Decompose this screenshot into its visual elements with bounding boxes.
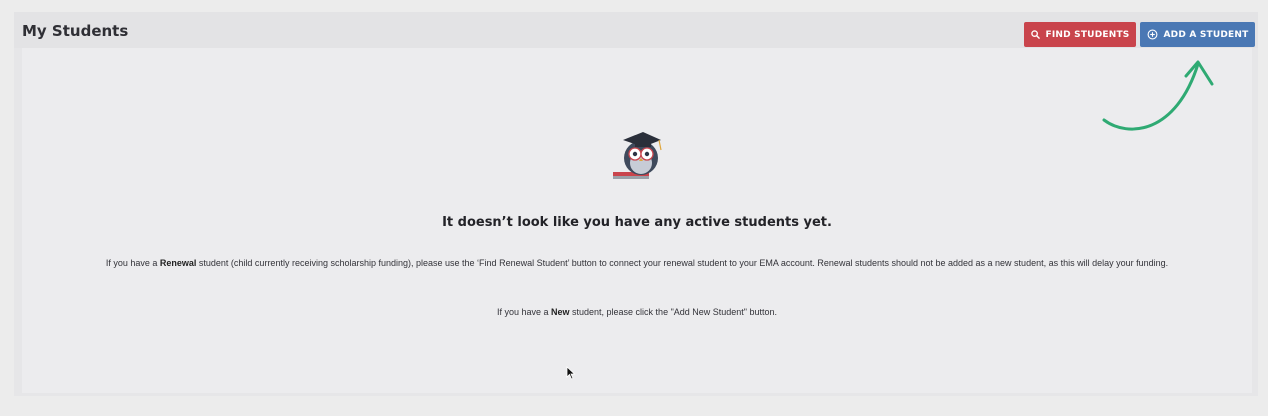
annotation-arrow-icon (1098, 54, 1222, 140)
new-text-pre: If you have a (496, 307, 551, 317)
search-icon (1030, 30, 1040, 39)
page-title: My Students (22, 22, 129, 40)
new-student-instructions: If you have a New student, please click … (22, 307, 1252, 317)
add-student-button[interactable]: ADD A STUDENT (1140, 22, 1255, 47)
renewal-text-bold: Renewal (159, 258, 197, 268)
page: My Students FIND STUDENTS ADD A STUDENT … (0, 0, 1268, 416)
new-text-bold: New (551, 307, 570, 317)
mouse-pointer-icon (566, 366, 576, 380)
plus-circle-icon (1147, 29, 1158, 40)
find-students-button[interactable]: FIND STUDENTS (1024, 22, 1136, 47)
renewal-text-pre: If you have a (105, 258, 160, 268)
renewal-text-post: student (child currently receiving schol… (196, 258, 1169, 268)
find-students-label: FIND STUDENTS (1045, 29, 1130, 40)
new-text-post: student, please click the "Add New Stude… (569, 307, 778, 317)
my-students-card: My Students FIND STUDENTS ADD A STUDENT … (14, 12, 1258, 396)
add-student-label: ADD A STUDENT (1163, 29, 1249, 40)
empty-state-headline: It doesn’t look like you have any active… (442, 215, 832, 230)
empty-state-panel: It doesn’t look like you have any active… (22, 48, 1252, 393)
card-header: My Students FIND STUDENTS ADD A STUDENT (14, 12, 1258, 48)
renewal-instructions: If you have a Renewal student (child cur… (82, 256, 1192, 270)
owl-graduate-mascot-icon (609, 128, 669, 184)
